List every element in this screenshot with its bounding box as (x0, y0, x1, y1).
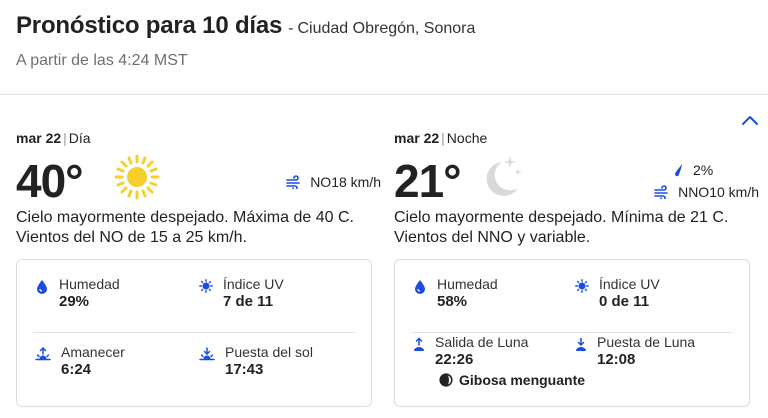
moon-phase-icon (439, 373, 453, 387)
uv-value: 7 de 11 (223, 293, 274, 310)
sun-icon (114, 154, 160, 200)
day-description: Cielo mayormente despejado. Máxima de 40… (16, 209, 354, 246)
night-precip-value: 2% (693, 162, 714, 178)
humidity-label: Humedad (59, 276, 120, 292)
wind-icon (286, 175, 300, 189)
humidity-value: 29% (59, 293, 90, 310)
night-date: mar 22 (394, 130, 440, 146)
header-divider (0, 94, 768, 95)
night-wind: NNO10 km/h (654, 184, 759, 200)
sunset-value: 17:43 (225, 361, 264, 378)
sunrise-label: Amanecer (61, 344, 125, 360)
moonrise-value: 22:26 (435, 351, 474, 368)
moon-phase-label: Gibosa menguante (459, 372, 586, 388)
moonset-value: 12:08 (597, 351, 636, 368)
uv-sun-icon (199, 279, 213, 293)
moon-stars-icon (486, 156, 522, 196)
day-sunset: Puesta del sol 17:43 (199, 344, 313, 380)
forecast-header: Pronóstico para 10 días - Ciudad Obregón… (16, 12, 756, 69)
sunset-icon (199, 347, 215, 361)
day-humidity: Humedad 29% (35, 276, 120, 312)
night-period-name: Noche (446, 130, 488, 146)
day-date: mar 22 (16, 130, 62, 146)
night-humidity: Humedad 58% (413, 276, 498, 312)
humidity-value: 58% (437, 293, 468, 310)
uv-value: 0 de 11 (599, 293, 650, 310)
night-precip: 2% (671, 162, 759, 178)
uv-label: Índice UV (599, 276, 660, 292)
day-period-label: mar 22 | Día (16, 130, 381, 146)
moonrise-icon (414, 337, 424, 351)
moonrise-label: Salida de Luna (435, 334, 529, 350)
moonset-icon (576, 337, 586, 351)
night-moonset: Puesta de Luna 12:08 (575, 334, 695, 370)
sunrise-value: 6:24 (61, 361, 92, 378)
card-divider (411, 332, 733, 333)
location-name: Ciudad Obregón, Sonora (297, 20, 476, 37)
night-temperature: 21° (394, 155, 462, 207)
night-forecast-panel: mar 22 | Noche 21° 2% NNO10 km/h Cielo may… (394, 130, 759, 407)
night-moonrise: Salida de Luna 22:26 (413, 334, 528, 370)
uv-label: Índice UV (223, 276, 284, 292)
sunset-label: Puesta del sol (225, 344, 313, 360)
precip-drop-icon (674, 164, 682, 177)
night-description: Cielo mayormente despejado. Mínima de 21… (394, 209, 729, 246)
chevron-up-icon[interactable] (740, 112, 760, 128)
wind-icon (654, 185, 668, 199)
night-wind-value: NNO10 km/h (678, 184, 759, 200)
night-period-label: mar 22 | Noche (394, 130, 759, 146)
period-separator: | (441, 130, 445, 146)
day-sunrise: Amanecer 6:24 (35, 344, 125, 380)
page-title: Pronóstico para 10 días (16, 12, 283, 39)
day-wind-value: NO18 km/h (310, 174, 381, 190)
night-details-card: Humedad 58% Índice UV 0 de 11 Salida de … (394, 259, 750, 407)
title-separator: - (288, 20, 294, 37)
humidity-drop-icon (415, 280, 425, 294)
day-details-card: Humedad 29% Índice UV 7 de 11 Amanecer 6… (16, 259, 372, 407)
sunrise-icon (35, 347, 51, 361)
day-forecast-panel: mar 22 | Día 40° NO18 km/h Cielo mayorment… (16, 130, 381, 407)
as-of-timestamp: A partir de las 4:24 MST (16, 52, 188, 69)
humidity-drop-icon (37, 280, 47, 294)
day-period-name: Día (68, 130, 91, 146)
day-uv-index: Índice UV 7 de 11 (199, 276, 284, 312)
day-temperature: 40° (16, 155, 84, 207)
humidity-label: Humedad (437, 276, 498, 292)
night-uv-index: Índice UV 0 de 11 (575, 276, 660, 312)
period-separator: | (63, 130, 67, 146)
moonset-label: Puesta de Luna (597, 334, 696, 350)
title-line: Pronóstico para 10 días - Ciudad Obregón… (16, 12, 756, 40)
day-wind: NO18 km/h (286, 174, 381, 190)
moon-phase: Gibosa menguante (439, 372, 585, 388)
uv-sun-icon (575, 279, 589, 293)
card-divider (33, 332, 355, 333)
